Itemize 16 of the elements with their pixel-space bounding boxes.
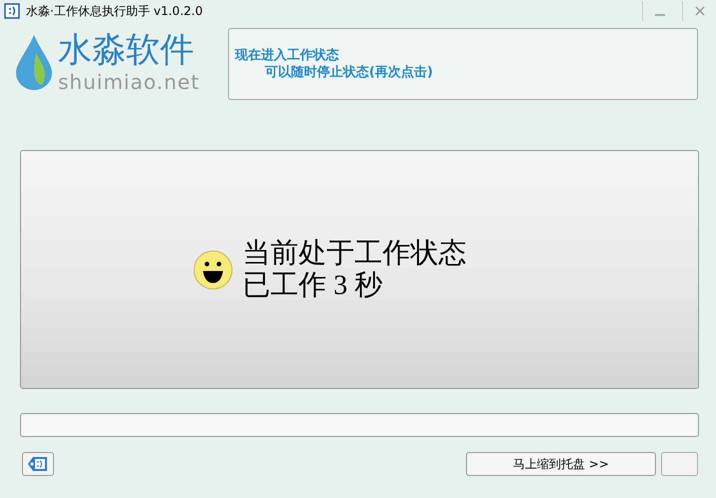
elapsed-text: 已工作 3 秒 — [242, 270, 384, 302]
small-button[interactable] — [661, 452, 698, 476]
logo-name: 水淼软件 — [58, 30, 195, 70]
minimize-icon — [654, 14, 664, 16]
window-title: 水淼·工作休息执行助手 v1.0.2.0 — [26, 2, 203, 20]
message-text: 现在进入工作状态 — [235, 47, 340, 64]
tag-icon — [27, 456, 49, 472]
tag-button[interactable] — [22, 452, 54, 476]
close-icon — [694, 5, 706, 17]
drop-icon — [14, 33, 54, 91]
message-text: 可以随时停止状态(再次点击) — [264, 64, 434, 81]
status-text: 当前处于工作状态 — [242, 238, 466, 270]
tray-button[interactable]: 马上缩到托盘 >> — [466, 452, 656, 476]
smiley-icon — [192, 250, 232, 290]
logo-site: shuimiao.net — [58, 70, 200, 94]
app-icon — [4, 3, 20, 19]
